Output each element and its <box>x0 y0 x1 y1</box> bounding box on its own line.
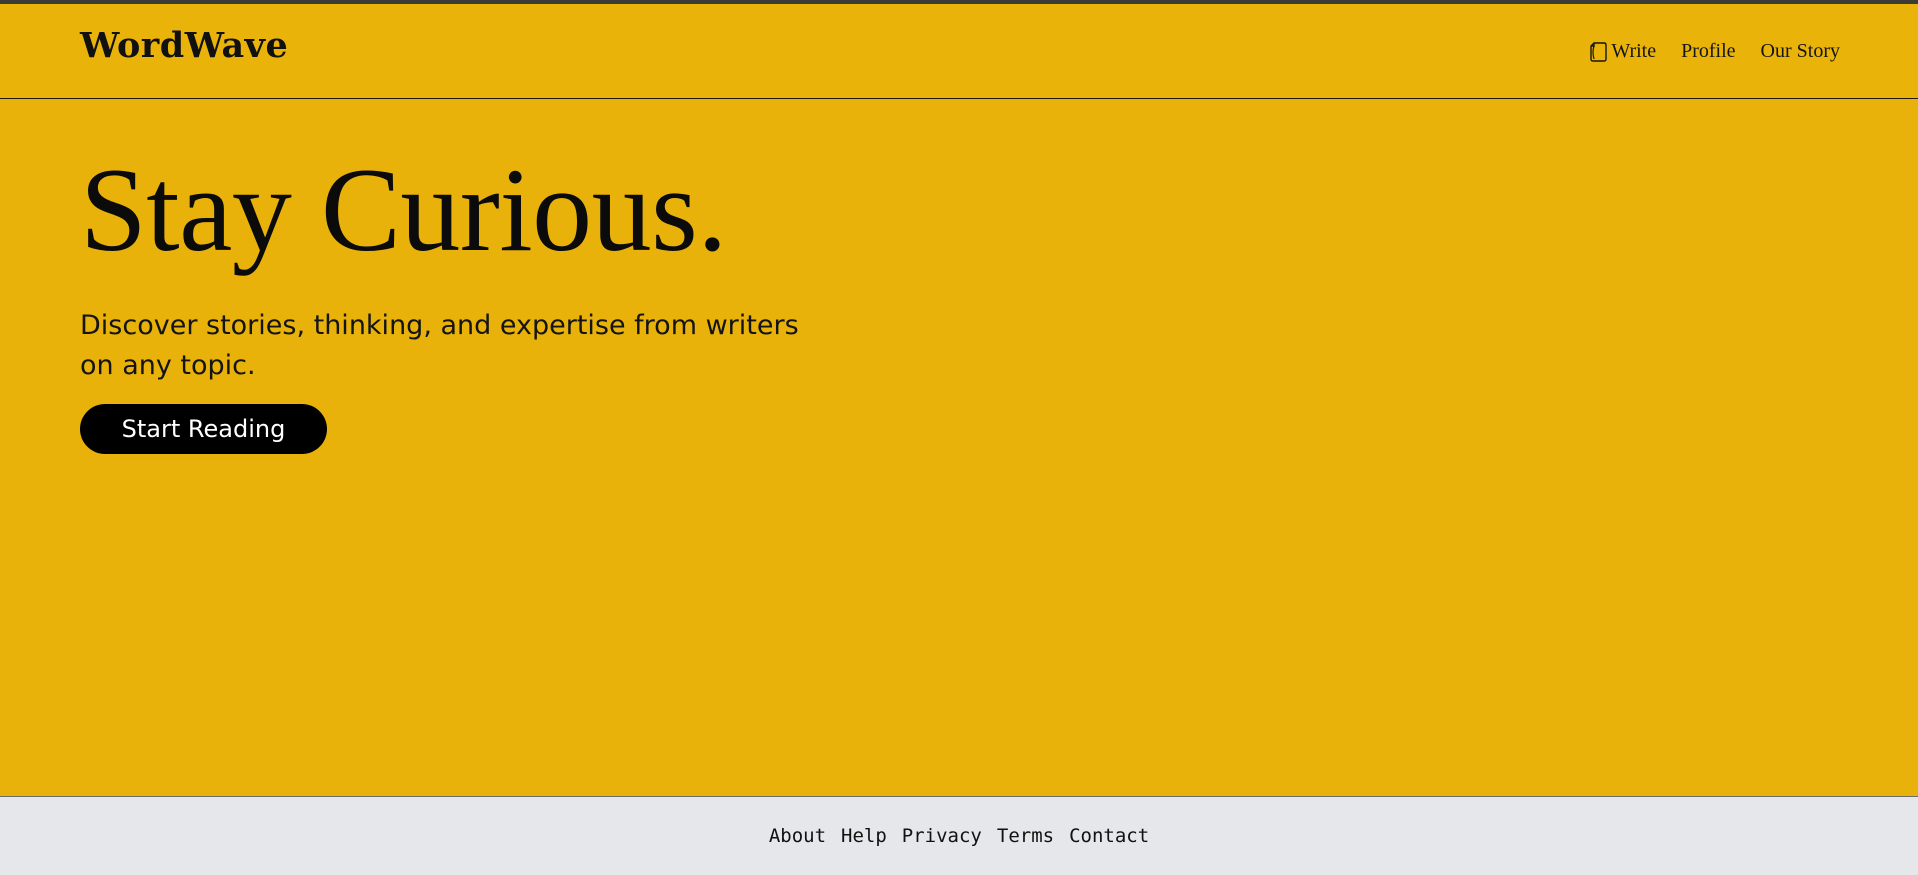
nav-profile-label: Profile <box>1681 40 1736 62</box>
start-reading-button[interactable]: Start Reading <box>80 404 327 454</box>
site-logo[interactable]: WordWave <box>80 28 288 63</box>
nav-write-label: Write <box>1611 40 1657 62</box>
write-icon <box>1589 41 1608 62</box>
hero-title: Stay Curious. <box>80 143 727 276</box>
footer-link-help[interactable]: Help <box>841 825 887 847</box>
nav-write-link[interactable]: Write <box>1589 40 1656 63</box>
site-footer: About Help Privacy Terms Contact <box>0 796 1918 875</box>
site-header: WordWave Write Profile Our Story <box>0 4 1918 99</box>
footer-link-terms[interactable]: Terms <box>997 825 1054 847</box>
nav-our-story-label: Our Story <box>1760 40 1840 62</box>
footer-link-privacy[interactable]: Privacy <box>902 825 982 847</box>
hero-subtitle: Discover stories, thinking, and expertis… <box>80 310 799 381</box>
nav-profile-link[interactable]: Profile <box>1681 40 1735 63</box>
footer-links: About Help Privacy Terms Contact <box>0 825 1918 847</box>
top-nav: Write Profile Our Story <box>1589 40 1840 63</box>
footer-link-contact[interactable]: Contact <box>1069 825 1149 847</box>
footer-link-about[interactable]: About <box>769 825 826 847</box>
page: WordWave Write Profile Our Story Stay Cu… <box>0 0 1918 875</box>
nav-our-story-link[interactable]: Our Story <box>1761 40 1840 63</box>
